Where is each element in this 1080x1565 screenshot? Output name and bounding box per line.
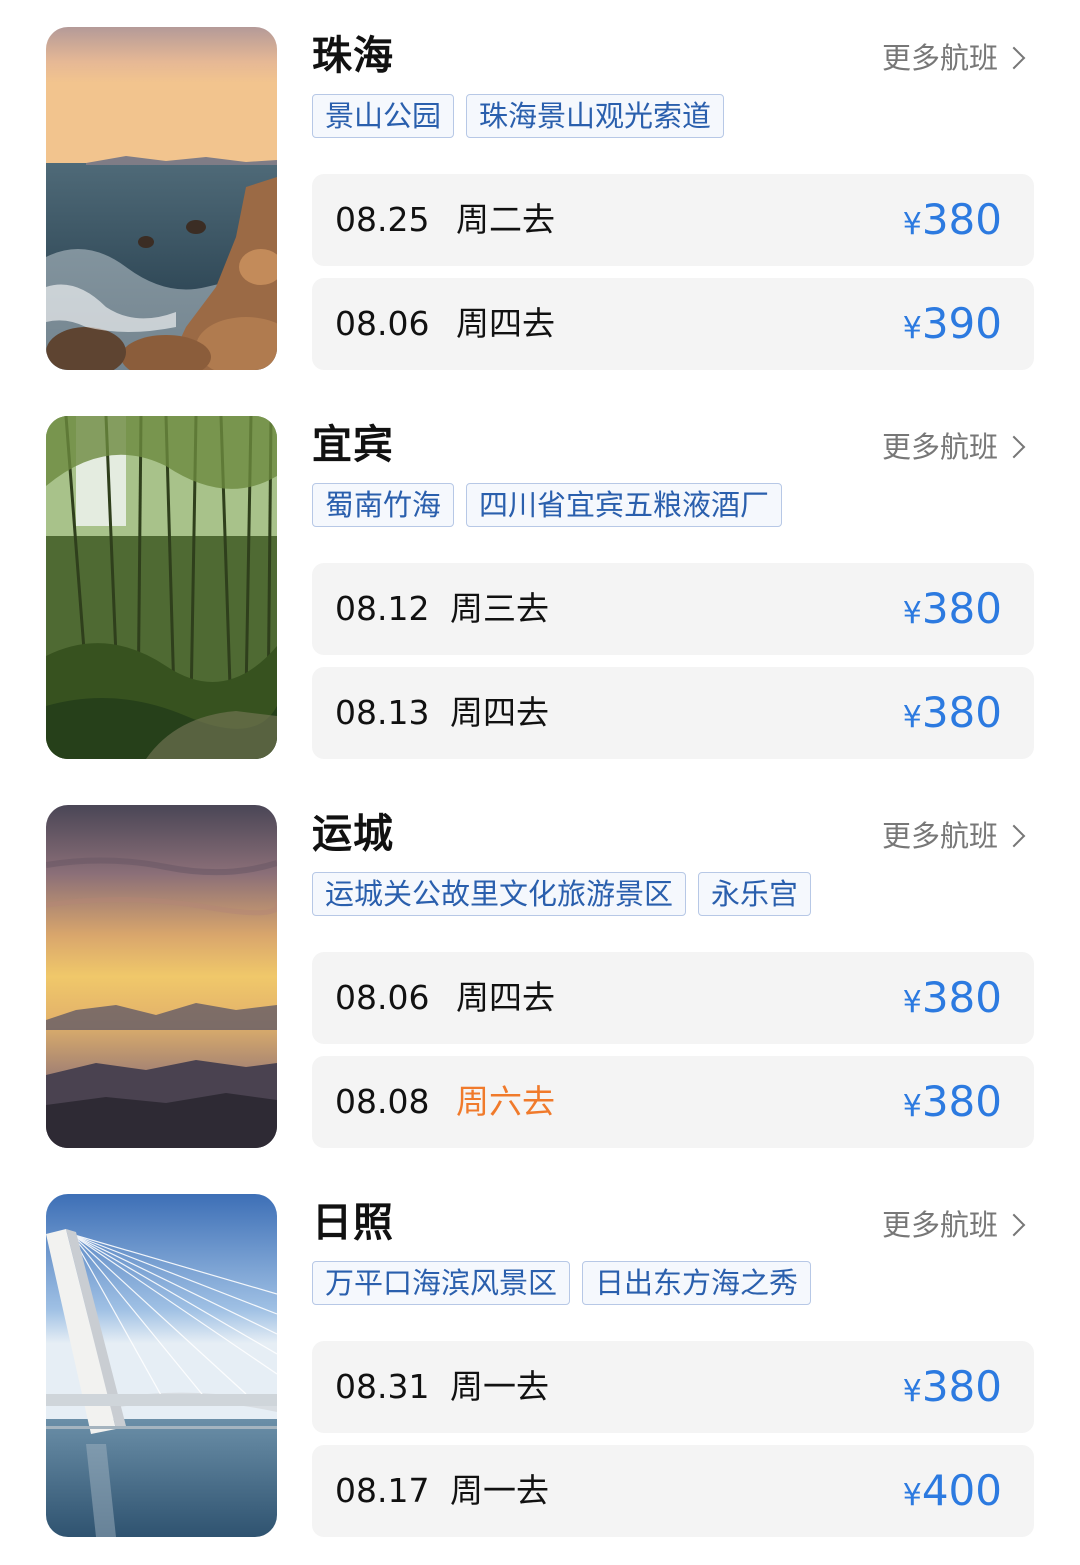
price-amount: 380: [921, 688, 1002, 737]
destination-image[interactable]: [46, 805, 277, 1148]
flight-row[interactable]: 08.08 周六去 ¥380: [312, 1056, 1034, 1148]
currency-symbol: ¥: [902, 311, 922, 346]
flight-price: ¥390: [903, 298, 1002, 359]
flight-weekday: 周二去: [456, 200, 555, 239]
city-name: 日照: [312, 1200, 394, 1246]
flight-row[interactable]: 08.06 周四去 ¥390: [312, 278, 1034, 370]
destination-image[interactable]: [46, 1194, 277, 1537]
attraction-tags: 运城关公故里文化旅游景区 永乐宫: [312, 872, 812, 916]
flight-row[interactable]: 08.31 周一去 ¥380: [312, 1341, 1034, 1433]
more-flights-link[interactable]: 更多航班: [882, 1205, 1028, 1245]
chevron-right-icon: [1002, 1213, 1026, 1237]
more-flights-link[interactable]: 更多航班: [882, 816, 1028, 856]
flight-date: 08.06: [335, 304, 430, 343]
flight-price: ¥380: [903, 687, 1002, 748]
currency-symbol: ¥: [902, 1478, 922, 1513]
flight-date: 08.06: [335, 978, 430, 1017]
more-flights-link[interactable]: 更多航班: [882, 427, 1028, 467]
city-name: 运城: [312, 811, 394, 857]
flight-price: ¥380: [903, 1361, 1002, 1422]
flight-row[interactable]: 08.17 周一去 ¥400: [312, 1445, 1034, 1537]
currency-symbol: ¥: [902, 596, 922, 631]
destination-card[interactable]: 运城 更多航班 运城关公故里文化旅游景区 永乐宫 08.06 周四去 ¥380 …: [0, 778, 1080, 1148]
more-flights-label: 更多航班: [881, 430, 998, 464]
flight-row[interactable]: 08.06 周四去 ¥380: [312, 952, 1034, 1044]
currency-symbol: ¥: [902, 207, 922, 242]
flight-date: 08.31: [335, 1367, 430, 1406]
currency-symbol: ¥: [902, 1089, 922, 1124]
more-flights-label: 更多航班: [881, 41, 998, 75]
flight-weekday: 周四去: [450, 693, 549, 732]
city-name: 珠海: [312, 33, 394, 79]
flight-weekday: 周一去: [450, 1471, 549, 1510]
attraction-tag[interactable]: 万平口海滨风景区: [312, 1261, 571, 1305]
price-amount: 400: [921, 1466, 1002, 1515]
destination-card[interactable]: 日照 更多航班 万平口海滨风景区 日出东方海之秀 08.31 周一去 ¥380 …: [0, 1167, 1080, 1537]
attraction-tags: 万平口海滨风景区 日出东方海之秀: [312, 1261, 812, 1305]
flight-price: ¥380: [903, 583, 1002, 644]
price-amount: 380: [921, 1362, 1002, 1411]
chevron-right-icon: [1002, 46, 1026, 70]
more-flights-label: 更多航班: [881, 1208, 998, 1242]
flight-price: ¥400: [903, 1465, 1002, 1526]
city-name: 宜宾: [312, 422, 394, 468]
attraction-tag[interactable]: 四川省宜宾五粮液酒厂: [466, 483, 783, 527]
attraction-tag[interactable]: 蜀南竹海: [312, 483, 455, 527]
price-amount: 380: [921, 973, 1002, 1022]
attraction-tag[interactable]: 永乐宫: [698, 872, 812, 916]
flight-price: ¥380: [903, 972, 1002, 1033]
price-amount: 380: [921, 195, 1002, 244]
flight-weekday: 周一去: [450, 1367, 549, 1406]
flight-price: ¥380: [903, 194, 1002, 255]
attraction-tag[interactable]: 珠海景山观光索道: [466, 94, 725, 138]
flight-weekday: 周三去: [450, 589, 549, 628]
currency-symbol: ¥: [902, 700, 922, 735]
more-flights-link[interactable]: 更多航班: [882, 38, 1028, 78]
destination-image[interactable]: [46, 416, 277, 759]
flight-date: 08.25: [335, 200, 430, 239]
flight-row[interactable]: 08.25 周二去 ¥380: [312, 174, 1034, 266]
flight-weekday: 周六去: [456, 1082, 555, 1121]
flight-date: 08.08: [335, 1082, 430, 1121]
chevron-right-icon: [1002, 824, 1026, 848]
currency-symbol: ¥: [902, 1374, 922, 1409]
attraction-tags: 蜀南竹海 四川省宜宾五粮液酒厂: [312, 483, 783, 527]
price-amount: 380: [921, 1077, 1002, 1126]
destination-image[interactable]: [46, 27, 277, 370]
attraction-tags: 景山公园 珠海景山观光索道: [312, 94, 725, 138]
attraction-tag[interactable]: 日出东方海之秀: [582, 1261, 812, 1305]
destination-card[interactable]: 珠海 更多航班 景山公园 珠海景山观光索道 08.25 周二去 ¥380 08.…: [0, 0, 1080, 370]
destination-card[interactable]: 宜宾 更多航班 蜀南竹海 四川省宜宾五粮液酒厂 08.12 周三去 ¥380 0…: [0, 389, 1080, 759]
currency-symbol: ¥: [902, 985, 922, 1020]
price-amount: 380: [921, 584, 1002, 633]
flight-weekday: 周四去: [456, 978, 555, 1017]
flight-date: 08.13: [335, 693, 430, 732]
price-amount: 390: [921, 299, 1002, 348]
flight-price: ¥380: [903, 1076, 1002, 1137]
attraction-tag[interactable]: 景山公园: [312, 94, 455, 138]
flight-weekday: 周四去: [456, 304, 555, 343]
flight-date: 08.17: [335, 1471, 430, 1510]
more-flights-label: 更多航班: [881, 819, 998, 853]
chevron-right-icon: [1002, 435, 1026, 459]
flight-date: 08.12: [335, 589, 430, 628]
attraction-tag[interactable]: 运城关公故里文化旅游景区: [312, 872, 687, 916]
flight-row[interactable]: 08.12 周三去 ¥380: [312, 563, 1034, 655]
flight-row[interactable]: 08.13 周四去 ¥380: [312, 667, 1034, 759]
